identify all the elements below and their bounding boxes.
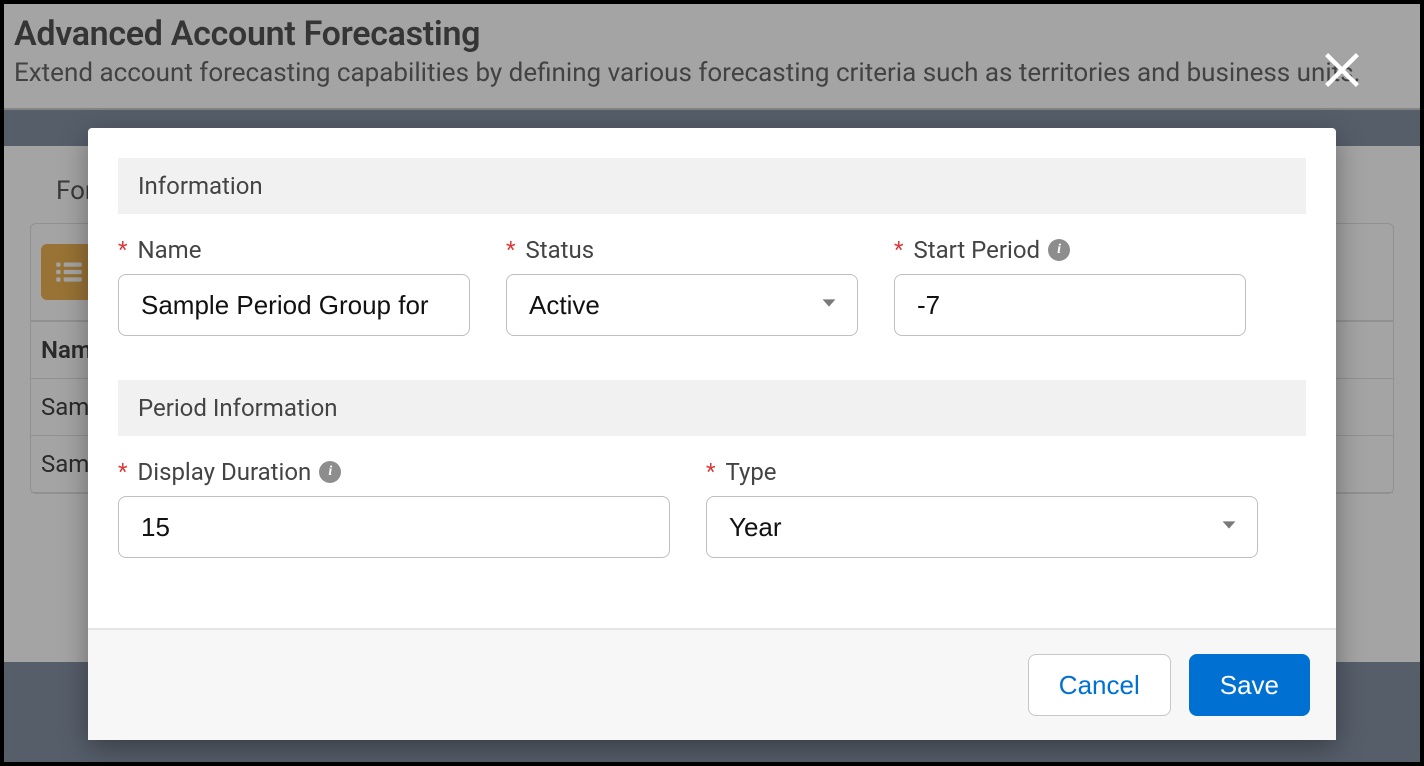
close-button[interactable]: [1320, 48, 1364, 96]
type-select[interactable]: [706, 496, 1258, 558]
start-period-label: *Start Period i: [894, 236, 1246, 264]
type-label: *Type: [706, 458, 1258, 486]
name-label: *Name: [118, 236, 470, 264]
cancel-button[interactable]: Cancel: [1028, 654, 1171, 716]
close-icon: [1320, 48, 1364, 92]
display-duration-input[interactable]: [118, 496, 670, 558]
info-icon[interactable]: i: [319, 461, 341, 483]
start-period-input[interactable]: [894, 274, 1246, 336]
section-period-information: Period Information: [118, 380, 1306, 436]
display-duration-label: *Display Duration i: [118, 458, 670, 486]
section-information: Information: [118, 158, 1306, 214]
status-select[interactable]: [506, 274, 858, 336]
name-input[interactable]: [118, 274, 470, 336]
info-icon[interactable]: i: [1048, 239, 1070, 261]
save-button[interactable]: Save: [1189, 654, 1310, 716]
status-label: *Status: [506, 236, 858, 264]
modal-footer: Cancel Save: [88, 628, 1336, 740]
edit-period-group-modal: Information *Name *Status: [88, 128, 1336, 740]
